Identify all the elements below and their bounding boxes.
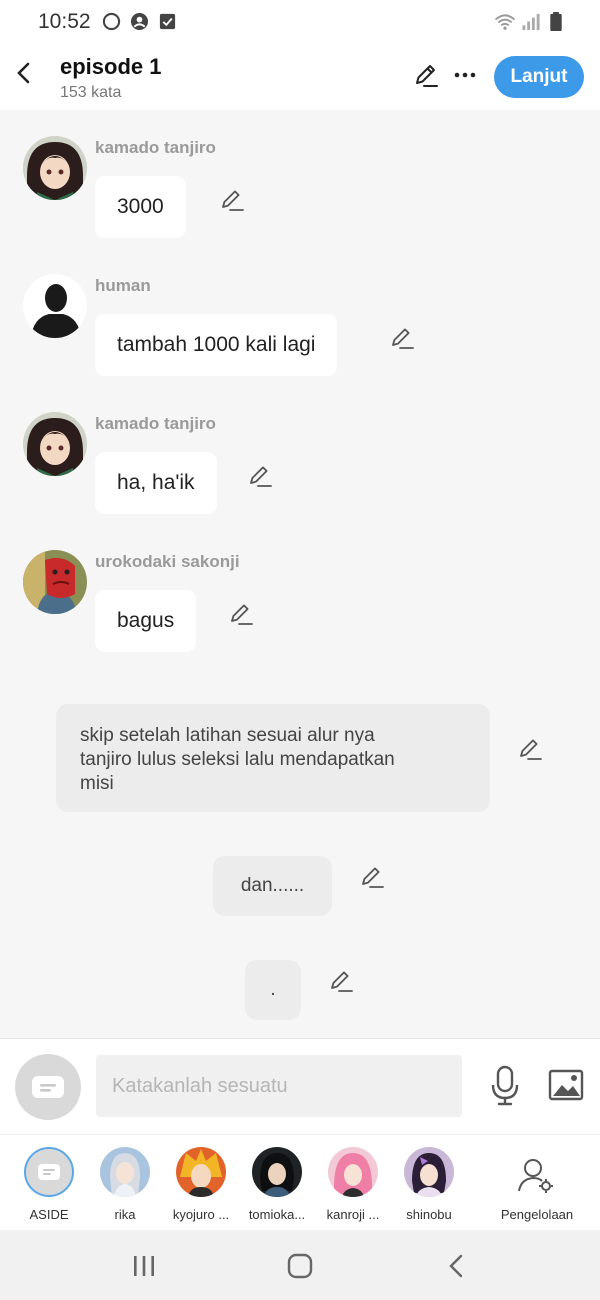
edit-message-icon[interactable] (390, 326, 416, 352)
edit-message-icon[interactable] (248, 464, 274, 490)
message-bubble[interactable]: bagus (95, 590, 197, 652)
wifi-icon (494, 14, 516, 30)
character-strip: ASIDE rika kyojuro ... tomioka... kanroj… (0, 1134, 600, 1230)
character-item-shinobu[interactable]: shinobu (391, 1145, 467, 1229)
system-nav-bar (0, 1230, 600, 1300)
avatar (404, 1147, 454, 1197)
next-button[interactable]: Lanjut (494, 56, 584, 98)
avatar-human[interactable] (23, 274, 87, 338)
character-management-button[interactable]: Pengelolaan (497, 1145, 577, 1229)
image-icon[interactable] (548, 1069, 584, 1101)
aside-avatar (24, 1147, 74, 1197)
edit-narration-icon[interactable] (518, 737, 544, 763)
recent-apps-icon[interactable] (131, 1254, 157, 1278)
avatar-urokodaki-sakonji[interactable] (23, 550, 87, 614)
edit-narration-icon[interactable] (329, 969, 355, 995)
character-name: rika (114, 1207, 136, 1222)
chevron-left-icon (17, 62, 30, 84)
narration-line: misi (80, 773, 114, 794)
avatar (252, 1147, 302, 1197)
character-name: kyojuro ... (172, 1207, 230, 1222)
edit-message-icon[interactable] (220, 188, 246, 214)
message-bubble[interactable]: tambah 1000 kali lagi (95, 314, 338, 376)
sender-name: human (95, 276, 151, 295)
status-bar: 10:52 (0, 0, 600, 44)
message-input[interactable] (96, 1055, 462, 1117)
episode-title: episode 1 (60, 54, 162, 79)
narration-bubble[interactable]: skip setelah latihan sesuai alur nya tan… (56, 704, 490, 812)
aside-icon (38, 1164, 60, 1180)
edit-message-icon[interactable] (229, 602, 255, 628)
battery-icon (550, 12, 562, 31)
avatar (328, 1147, 378, 1197)
character-item-rika[interactable]: rika (87, 1145, 163, 1229)
sender-name: kamado tanjiro (95, 138, 216, 157)
microphone-icon[interactable] (488, 1065, 522, 1107)
status-time: 10:52 (38, 10, 91, 33)
narration-bubble[interactable]: . (245, 960, 301, 1020)
sender-name: urokodaki sakonji (95, 552, 240, 571)
character-name: kanroji ... (326, 1207, 380, 1222)
narration-line: tanjiro lulus seleksi lalu mendapatkan (80, 749, 395, 770)
message-bubble[interactable]: 3000 (95, 176, 186, 238)
avatar (176, 1147, 226, 1197)
circle-status-icon (102, 12, 121, 31)
avatar (100, 1147, 150, 1197)
home-icon[interactable] (287, 1253, 313, 1279)
more-dots-icon (454, 72, 476, 78)
avatar-kamado-tanjiro[interactable] (23, 412, 87, 476)
more-options-button[interactable] (452, 62, 478, 88)
character-item-aside[interactable]: ASIDE (11, 1145, 87, 1229)
aside-toggle-button[interactable] (15, 1054, 81, 1120)
character-name: ASIDE (29, 1207, 69, 1222)
aside-icon (32, 1076, 64, 1098)
character-item-kanroji[interactable]: kanroji ... (315, 1145, 391, 1229)
character-name: tomioka... (248, 1207, 306, 1222)
signal-icon (522, 13, 540, 31)
user-settings-icon (518, 1159, 553, 1193)
checkbox-status-icon (159, 13, 176, 30)
sender-name: kamado tanjiro (95, 414, 216, 433)
chat-area[interactable]: kamado tanjiro 3000 human tambah 1000 ka… (0, 110, 600, 1038)
narration-line: skip setelah latihan sesuai alur nya (80, 725, 375, 746)
character-name: Pengelolaan (500, 1207, 574, 1222)
narration-bubble[interactable]: dan...... (213, 856, 332, 916)
back-nav-icon[interactable] (447, 1253, 465, 1279)
character-item-kyojuro[interactable]: kyojuro ... (163, 1145, 239, 1229)
character-item-tomioka[interactable]: tomioka... (239, 1145, 315, 1229)
edit-narration-icon[interactable] (360, 865, 386, 891)
message-bubble[interactable]: ha, ha'ik (95, 452, 217, 514)
word-count: 153 kata (60, 84, 122, 101)
episode-header: episode 1 153 kata Lanjut (0, 44, 600, 110)
avatar-kamado-tanjiro[interactable] (23, 136, 87, 200)
back-button[interactable] (10, 58, 36, 88)
character-name: shinobu (406, 1207, 452, 1222)
account-status-icon (130, 12, 149, 31)
edit-title-icon[interactable] (412, 62, 440, 90)
composer-bar (0, 1038, 600, 1134)
